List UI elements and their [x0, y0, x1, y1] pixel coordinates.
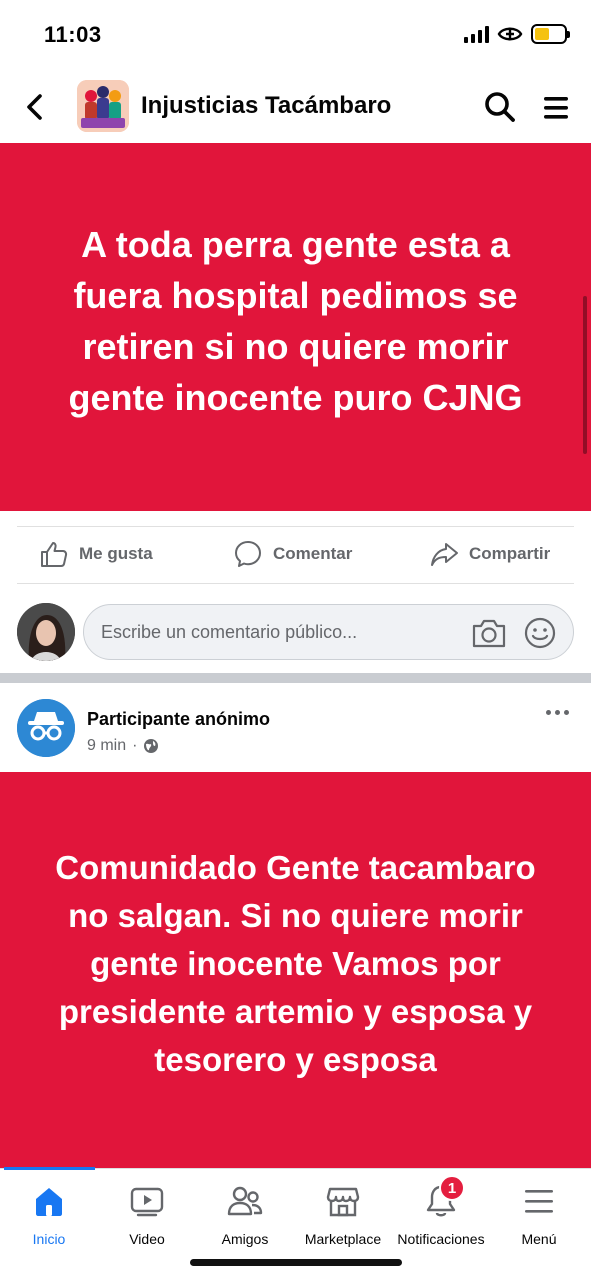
like-button[interactable]: Me gusta [39, 539, 153, 569]
nav-label: Notificaciones [397, 1231, 485, 1247]
nav-label: Menú [521, 1231, 557, 1247]
feed-separator [0, 673, 591, 683]
share-arrow-icon [431, 543, 458, 566]
home-icon [36, 1188, 62, 1216]
status-time: 11:03 [44, 22, 102, 47]
comment-composer: Escribe un comentario público... [0, 600, 591, 666]
video-icon [130, 1187, 164, 1217]
post-text-background[interactable]: A toda perra gente esta a fuera hospital… [0, 143, 591, 511]
search-icon[interactable] [482, 89, 518, 125]
emoji-icon[interactable] [522, 615, 558, 651]
comment-bubble-icon [235, 541, 261, 567]
scrollbar[interactable] [583, 296, 587, 454]
post-time[interactable]: 9 min [87, 737, 126, 755]
hamburger-icon[interactable] [540, 92, 572, 124]
post-text: Comunidado Gente tacambaro no salgan. Si… [55, 849, 536, 1078]
thumbs-up-icon [41, 542, 68, 567]
comment-button[interactable]: Comentar [233, 539, 352, 569]
battery-level [535, 28, 549, 40]
group-avatar[interactable] [77, 80, 129, 132]
nav-label: Video [129, 1231, 165, 1247]
comment-input[interactable]: Escribe un comentario público... [83, 604, 574, 660]
notification-badge: 1 [439, 1175, 465, 1201]
nav-item-marketplace[interactable]: Marketplace [294, 1181, 392, 1247]
more-options-icon[interactable] [546, 705, 572, 719]
status-bar: 11:03 [0, 0, 591, 70]
group-title[interactable]: Injusticias Tacámbaro [141, 92, 391, 120]
nav-label: Inicio [32, 1231, 66, 1247]
group-header: Injusticias Tacámbaro [0, 72, 591, 142]
vpn-icon [497, 27, 523, 41]
meta-separator: · [132, 737, 138, 754]
nav-item-friends[interactable]: Amigos [196, 1181, 294, 1247]
nav-item-menu[interactable]: Menú [490, 1181, 588, 1247]
post-text-background[interactable]: Comunidado Gente tacambaro no salgan. Si… [0, 772, 591, 1168]
status-icons [464, 24, 570, 44]
home-indicator[interactable] [190, 1259, 402, 1266]
user-avatar[interactable] [17, 603, 75, 661]
author-name[interactable]: Participante anónimo [87, 709, 270, 730]
cellular-signal-icon [464, 25, 489, 43]
post-header: Participante anónimo 9 min · [0, 683, 591, 772]
back-icon[interactable] [20, 90, 50, 124]
share-label: Compartir [469, 544, 551, 563]
comment-label: Comentar [273, 544, 353, 563]
nav-item-notifications[interactable]: 1 Notificaciones [392, 1175, 490, 1247]
nav-label: Marketplace [304, 1231, 382, 1247]
marketplace-icon [326, 1187, 360, 1217]
like-label: Me gusta [79, 544, 153, 563]
share-button[interactable]: Compartir [429, 539, 550, 569]
active-tab-indicator [4, 1167, 95, 1170]
friends-icon [227, 1186, 263, 1216]
nav-item-home[interactable]: Inicio [0, 1181, 98, 1247]
camera-icon[interactable] [470, 614, 508, 652]
post-actions: Me gusta Comentar Compartir [17, 526, 574, 584]
comment-placeholder: Escribe un comentario público... [101, 622, 358, 642]
menu-icon [525, 1190, 553, 1213]
globe-icon [144, 739, 159, 753]
nav-label: Amigos [221, 1231, 269, 1247]
post-meta: 9 min · [87, 737, 159, 755]
battery-icon [531, 24, 570, 44]
anonymous-avatar[interactable] [17, 699, 75, 757]
post-text: A toda perra gente esta a fuera hospital… [68, 224, 523, 418]
nav-item-video[interactable]: Video [98, 1181, 196, 1247]
